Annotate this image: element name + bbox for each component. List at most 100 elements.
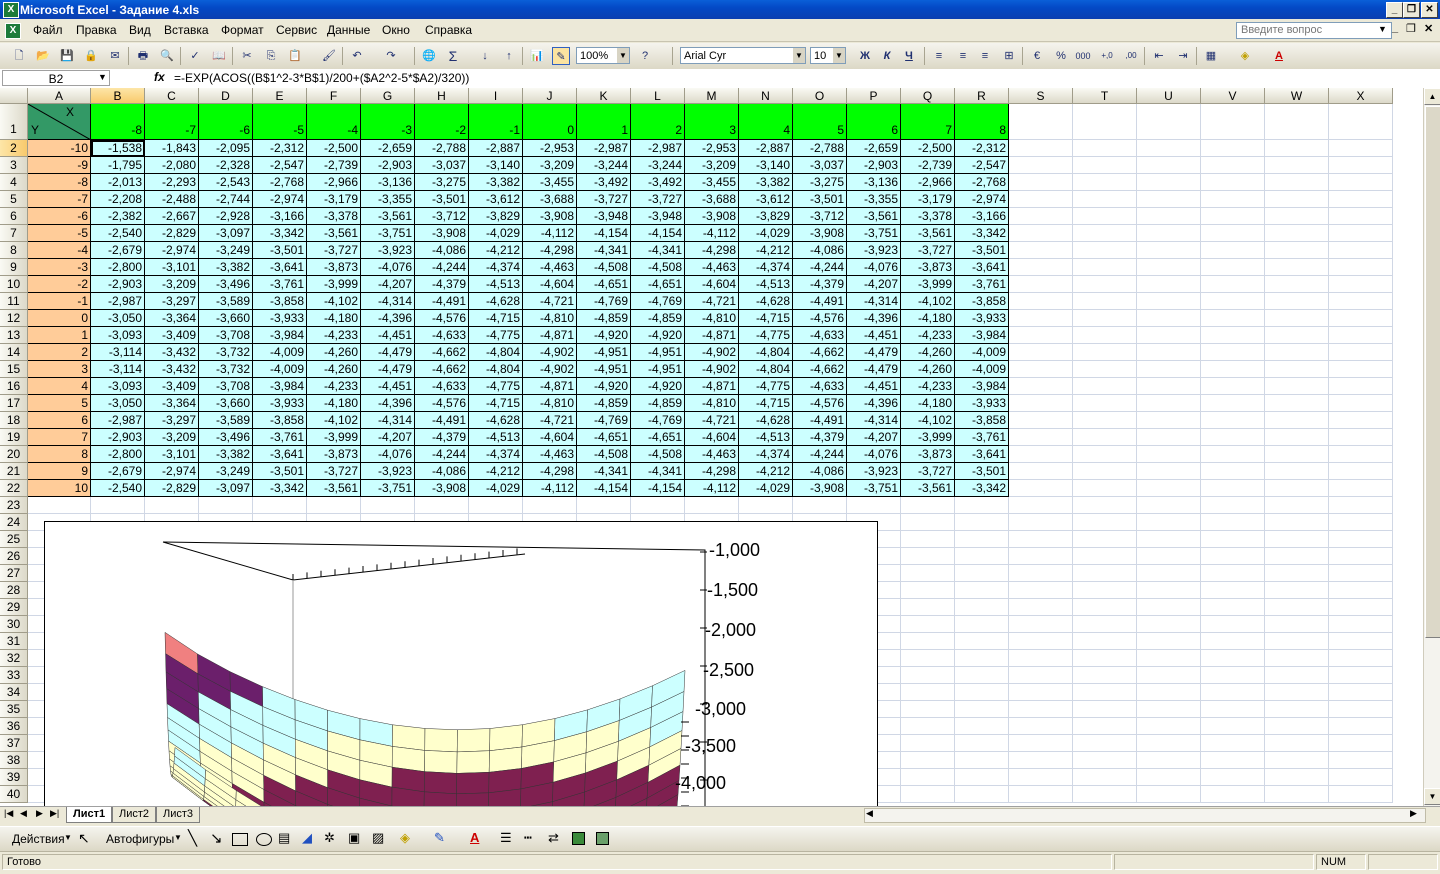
cell-H23[interactable] [415, 497, 469, 514]
data-cell[interactable]: -4,715 [739, 310, 793, 327]
cell-S5[interactable] [1009, 191, 1073, 208]
data-cell[interactable]: -4,491 [415, 412, 469, 429]
cell-V34[interactable] [1201, 684, 1265, 701]
cell-T6[interactable] [1073, 208, 1137, 225]
column-header-V[interactable]: V [1201, 88, 1265, 104]
cell-S8[interactable] [1009, 242, 1073, 259]
data-cell[interactable]: -3,355 [847, 191, 901, 208]
row-header-12[interactable]: 12 [0, 310, 28, 327]
data-cell[interactable]: -3,432 [145, 344, 199, 361]
row-header-3[interactable]: 3 [0, 157, 28, 174]
cell-Q39[interactable] [901, 769, 955, 786]
data-cell[interactable]: -2,974 [955, 191, 1009, 208]
data-cell[interactable]: -2,547 [955, 157, 1009, 174]
data-cell[interactable]: -4,769 [631, 412, 685, 429]
data-cell[interactable]: -3,727 [901, 463, 955, 480]
data-cell[interactable]: -4,651 [577, 429, 631, 446]
cell-W33[interactable] [1265, 667, 1329, 684]
scroll-right-icon[interactable]: ▶ [1410, 808, 1417, 819]
data-cell[interactable]: -2,488 [145, 191, 199, 208]
menu-view[interactable]: Вид [129, 23, 151, 37]
data-cell[interactable]: -3,244 [631, 157, 685, 174]
data-cell[interactable]: -2,500 [901, 140, 955, 157]
data-cell[interactable]: -3,342 [955, 225, 1009, 242]
cell-R38[interactable] [955, 752, 1009, 769]
data-cell[interactable]: -2,547 [253, 157, 307, 174]
data-cell[interactable]: -4,154 [577, 480, 631, 497]
column-header-N[interactable]: N [739, 88, 793, 104]
cell-U5[interactable] [1137, 191, 1201, 208]
data-cell[interactable]: -3,140 [739, 157, 793, 174]
data-cell[interactable]: -4,009 [253, 361, 307, 378]
cell-V30[interactable] [1201, 616, 1265, 633]
data-cell[interactable]: -4,662 [415, 361, 469, 378]
column-header-F[interactable]: F [307, 88, 361, 104]
data-cell[interactable]: -4,112 [685, 225, 739, 242]
row-header-17[interactable]: 17 [0, 395, 28, 412]
data-cell[interactable]: -4,604 [685, 429, 739, 446]
spelling-icon[interactable]: ✓ [186, 47, 204, 65]
data-cell[interactable]: -2,974 [145, 242, 199, 259]
data-cell[interactable]: -2,739 [307, 157, 361, 174]
y-value-cell[interactable]: -2 [28, 276, 91, 293]
cell-U3[interactable] [1137, 157, 1201, 174]
menu-data[interactable]: Данные [327, 23, 370, 37]
row-header-8[interactable]: 8 [0, 242, 28, 259]
data-cell[interactable]: -3,166 [253, 208, 307, 225]
permission-icon[interactable]: 🔒 [82, 47, 100, 65]
align-center-icon[interactable]: ≡ [954, 47, 972, 65]
arrow-icon[interactable]: ↘ [210, 829, 223, 847]
cell-W13[interactable] [1265, 327, 1329, 344]
data-cell[interactable]: -3,136 [847, 174, 901, 191]
cell-X21[interactable] [1329, 463, 1393, 480]
data-cell[interactable]: -2,903 [91, 429, 145, 446]
cell-X38[interactable] [1329, 752, 1393, 769]
data-cell[interactable]: -4,576 [793, 310, 847, 327]
cell-R36[interactable] [955, 718, 1009, 735]
cell-V29[interactable] [1201, 599, 1265, 616]
data-cell[interactable]: -4,180 [307, 395, 361, 412]
data-cell[interactable]: -3,050 [91, 395, 145, 412]
cell-C23[interactable] [145, 497, 199, 514]
cell-T14[interactable] [1073, 344, 1137, 361]
data-cell[interactable]: -3,501 [253, 463, 307, 480]
data-cell[interactable]: -2,788 [415, 140, 469, 157]
cell-U25[interactable] [1137, 531, 1201, 548]
data-cell[interactable]: -3,727 [901, 242, 955, 259]
data-cell[interactable]: -4,154 [631, 480, 685, 497]
cell-X4[interactable] [1329, 174, 1393, 191]
cell-S30[interactable] [1009, 616, 1073, 633]
name-box[interactable]: B2 [2, 70, 110, 86]
cell-W36[interactable] [1265, 718, 1329, 735]
row-header-20[interactable]: 20 [0, 446, 28, 463]
data-cell[interactable]: -4,491 [793, 293, 847, 310]
cell-V19[interactable] [1201, 429, 1265, 446]
data-cell[interactable]: -4,212 [469, 242, 523, 259]
doc-restore-button[interactable]: ❐ [1406, 22, 1416, 35]
cell-R39[interactable] [955, 769, 1009, 786]
cell-X30[interactable] [1329, 616, 1393, 633]
cell-V2[interactable] [1201, 140, 1265, 157]
line-style-icon[interactable]: ☰ [500, 830, 512, 846]
cell-W26[interactable] [1265, 548, 1329, 565]
active-cell-B2[interactable]: -1,538 [91, 140, 145, 157]
format-painter-icon[interactable]: 🖌 [320, 47, 338, 65]
chart-wizard-icon[interactable]: 📊 [528, 47, 546, 65]
cell-T27[interactable] [1073, 565, 1137, 582]
last-sheet-icon[interactable]: ▶| [50, 808, 59, 819]
data-cell[interactable]: -4,379 [793, 276, 847, 293]
cell-X6[interactable] [1329, 208, 1393, 225]
cell-U8[interactable] [1137, 242, 1201, 259]
row-header-2[interactable]: 2 [0, 140, 28, 157]
cell-Q31[interactable] [901, 633, 955, 650]
data-cell[interactable]: -4,260 [901, 344, 955, 361]
cell-T15[interactable] [1073, 361, 1137, 378]
data-cell[interactable]: -4,920 [631, 378, 685, 395]
data-cell[interactable]: -4,314 [361, 412, 415, 429]
cell-T22[interactable] [1073, 480, 1137, 497]
data-cell[interactable]: -4,029 [739, 480, 793, 497]
data-cell[interactable]: -4,341 [631, 242, 685, 259]
data-cell[interactable]: -3,708 [199, 327, 253, 344]
cell-Q34[interactable] [901, 684, 955, 701]
cell-S14[interactable] [1009, 344, 1073, 361]
